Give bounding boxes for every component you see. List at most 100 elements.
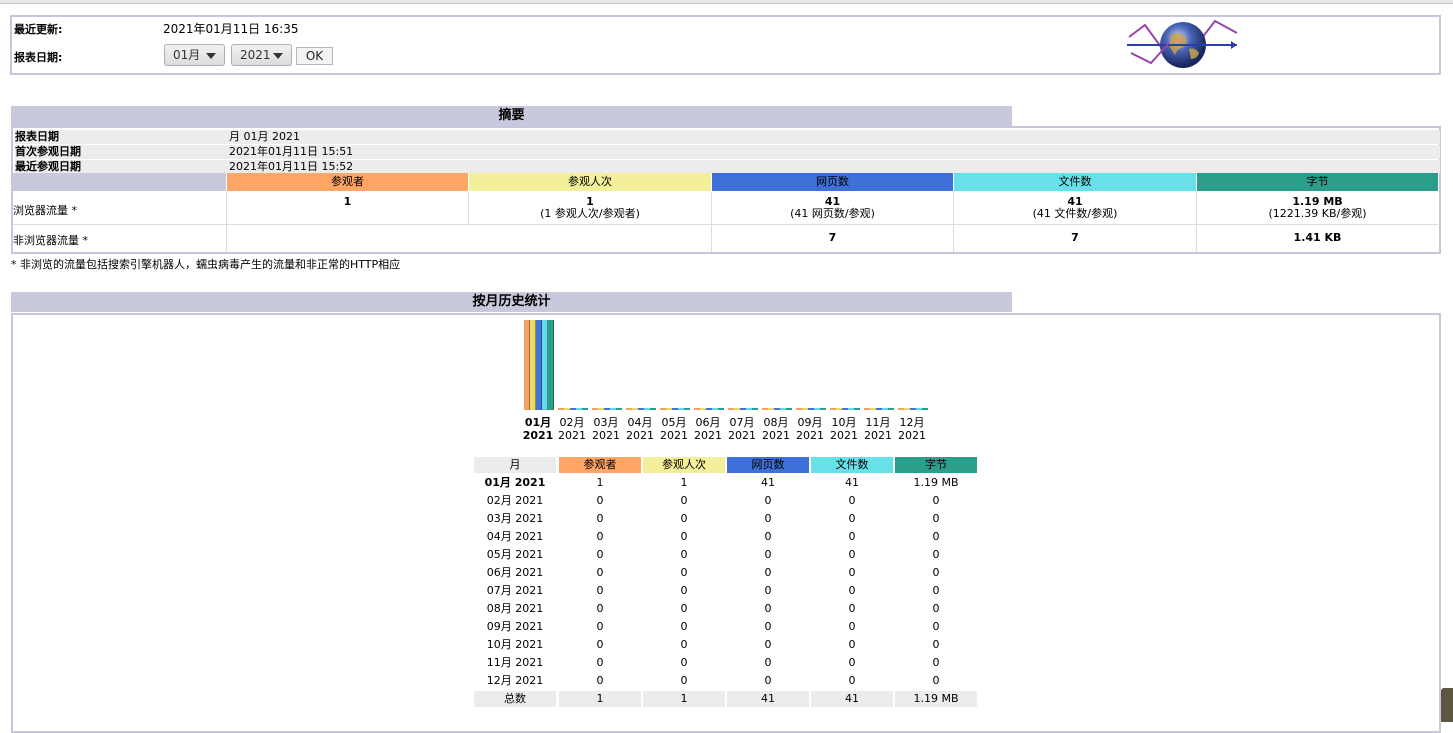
table-cell: 0 <box>848 584 856 597</box>
chart-month-label[interactable]: 10月 2021 <box>827 416 861 442</box>
chart-month-label-year: 2021 <box>522 429 554 442</box>
last-visit-label: 最近参观日期 <box>15 160 81 173</box>
report-date-row-label: 报表日期 <box>15 130 59 143</box>
table-cell: 0 <box>680 530 688 543</box>
chart-month-label-month: 05月 <box>661 416 687 429</box>
table-cell: 41 <box>761 476 775 489</box>
history-month-link[interactable]: 12月 2021 <box>474 673 556 689</box>
table-cell: 0 <box>680 674 688 687</box>
chart-month-label-year: 2021 <box>660 429 688 442</box>
table-cell: 0 <box>764 656 772 669</box>
summary-col-visits: 参观人次 <box>469 173 711 191</box>
chart-month-label-month: 08月 <box>763 416 789 429</box>
nonbrowser-files: 7 <box>1071 231 1079 244</box>
table-cell: 0 <box>932 566 940 579</box>
history-month-link[interactable]: 09月 2021 <box>474 619 556 635</box>
total-cell: 1 <box>559 691 641 707</box>
chart-month-label-year: 2021 <box>626 429 654 442</box>
table-cell: 0 <box>680 584 688 597</box>
history-month-link[interactable]: 02月 2021 <box>474 493 556 509</box>
month-select[interactable]: 01月 <box>164 44 225 66</box>
browser-traffic-label: 浏览器流量 * <box>13 204 77 217</box>
total-cell: 41 <box>727 691 809 707</box>
history-month-link[interactable]: 11月 2021 <box>474 655 556 671</box>
first-visit-row: 首次参观日期 2021年01月11日 15:51 <box>15 145 1440 159</box>
total-cell: 总数 <box>474 691 556 707</box>
table-cell: 0 <box>848 638 856 651</box>
chart-month-label[interactable]: 08月 2021 <box>759 416 793 442</box>
chart-month-label[interactable]: 07月 2021 <box>725 416 759 442</box>
last-update-label: 最近更新: <box>14 23 63 36</box>
table-cell: 0 <box>680 656 688 669</box>
chart-bar <box>922 408 928 410</box>
table-cell: 0 <box>764 512 772 525</box>
history-col-header: 文件数 <box>811 457 893 473</box>
table-cell: 0 <box>764 638 772 651</box>
chart-month-label-year: 2021 <box>694 429 722 442</box>
table-cell: 0 <box>932 638 940 651</box>
table-cell: 0 <box>764 602 772 615</box>
chart-month-label[interactable]: 12月 2021 <box>895 416 929 442</box>
table-cell: 0 <box>596 548 604 561</box>
table-cell: 0 <box>680 494 688 507</box>
chart-month-label-month: 09月 <box>797 416 823 429</box>
table-cell: 0 <box>680 566 688 579</box>
chart-bar <box>854 408 860 410</box>
chart-month-label[interactable]: 02月 2021 <box>555 416 589 442</box>
chart-month-label-month: 12月 <box>899 416 925 429</box>
history-month-link[interactable]: 03月 2021 <box>474 511 556 527</box>
chart-month-label[interactable]: 09月 2021 <box>793 416 827 442</box>
chart-month-label[interactable]: 04月 2021 <box>623 416 657 442</box>
history-month-link[interactable]: 10月 2021 <box>474 637 556 653</box>
chart-month-label[interactable]: 01月 2021 <box>521 416 555 442</box>
table-cell: 0 <box>848 602 856 615</box>
total-cell: 1 <box>643 691 725 707</box>
table-cell: 0 <box>764 620 772 633</box>
scrollbar-thumb[interactable] <box>1441 688 1453 722</box>
table-cell: 0 <box>596 512 604 525</box>
table-cell: 0 <box>848 674 856 687</box>
chart-bar <box>616 408 622 410</box>
last-visit-row: 最近参观日期 2021年01月11日 15:52 <box>15 160 1440 174</box>
ok-button[interactable]: OK <box>296 47 333 65</box>
last-visit-value: 2021年01月11日 15:52 <box>229 160 354 173</box>
chart-month-label-year: 2021 <box>830 429 858 442</box>
month-select-value: 01月 <box>173 48 201 62</box>
table-cell: 0 <box>764 674 772 687</box>
last-update-value: 2021年01月11日 16:35 <box>163 22 299 36</box>
nonbrowser-pages: 7 <box>828 231 837 244</box>
summary-col-bytes: 字节 <box>1197 173 1438 191</box>
table-cell: 0 <box>596 656 604 669</box>
chart-month-label[interactable]: 11月 2021 <box>861 416 895 442</box>
browser-visits-ratio: (1 参观人次/参观者) <box>540 207 640 220</box>
first-visit-value: 2021年01月11日 15:51 <box>229 145 354 158</box>
chart-month-label-month: 01月 <box>524 416 552 429</box>
chart-month-label-year: 2021 <box>558 429 586 442</box>
history-month-link[interactable]: 01月 2021 <box>474 475 556 491</box>
table-cell: 0 <box>596 638 604 651</box>
history-month-link[interactable]: 04月 2021 <box>474 529 556 545</box>
table-cell: 1 <box>596 476 604 489</box>
table-cell: 0 <box>680 602 688 615</box>
history-col-header: 参观人次 <box>643 457 725 473</box>
history-col-header: 字节 <box>895 457 977 473</box>
chart-month-label-month: 03月 <box>593 416 619 429</box>
table-cell: 0 <box>848 512 856 525</box>
chart-month-label-month: 06月 <box>695 416 721 429</box>
table-cell: 0 <box>764 494 772 507</box>
table-cell: 0 <box>764 566 772 579</box>
browser-pages-ratio: (41 网页数/参观) <box>790 207 875 220</box>
chart-month-label[interactable]: 06月 2021 <box>691 416 725 442</box>
history-month-link[interactable]: 07月 2021 <box>474 583 556 599</box>
history-month-link[interactable]: 05月 2021 <box>474 547 556 563</box>
table-cell: 0 <box>932 584 940 597</box>
table-cell: 0 <box>764 530 772 543</box>
history-month-link[interactable]: 06月 2021 <box>474 565 556 581</box>
history-month-link[interactable]: 08月 2021 <box>474 601 556 617</box>
chart-month-label-year: 2021 <box>762 429 790 442</box>
year-select[interactable]: 2021 <box>231 44 292 66</box>
browser-files-ratio: (41 文件数/参观) <box>1032 207 1118 220</box>
chart-month-label[interactable]: 03月 2021 <box>589 416 623 442</box>
chart-month-label[interactable]: 05月 2021 <box>657 416 691 442</box>
table-cell: 0 <box>680 548 688 561</box>
